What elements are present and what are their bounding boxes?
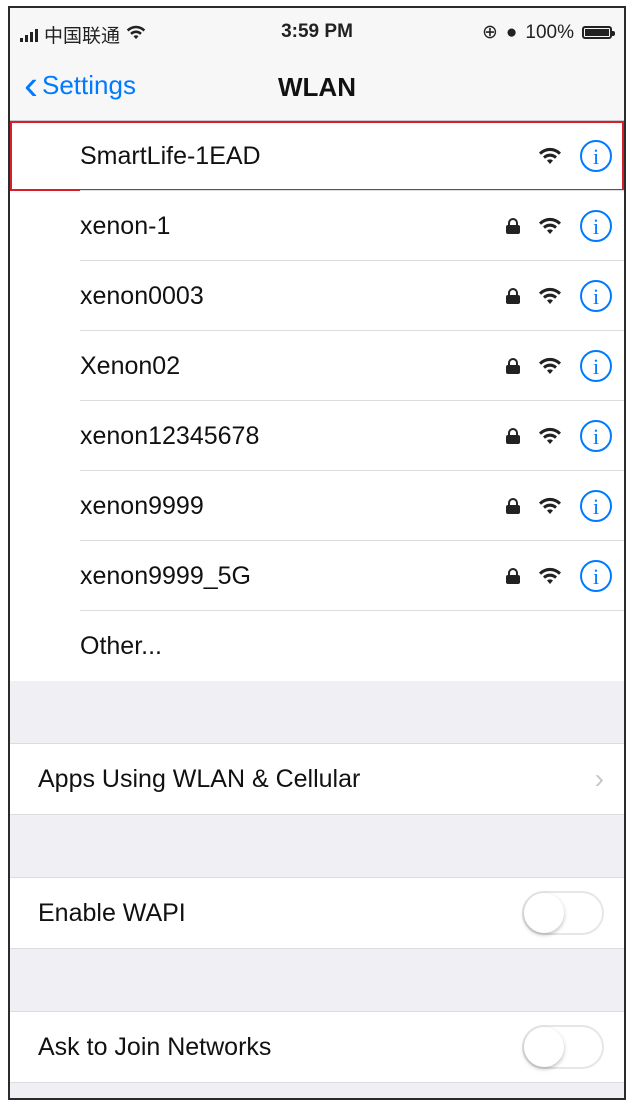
wifi-icon <box>538 217 562 235</box>
section-gap <box>10 949 624 1011</box>
network-row[interactable]: xenon12345678 i <box>10 401 624 471</box>
apps-using-wlan-label: Apps Using WLAN & Cellular <box>38 764 361 793</box>
apps-using-wlan-row[interactable]: Apps Using WLAN & Cellular › <box>10 743 624 815</box>
page-title: WLAN <box>278 72 356 102</box>
wifi-icon <box>538 357 562 375</box>
network-name: SmartLife-1EAD <box>80 141 261 170</box>
network-status-icons: i <box>506 490 612 522</box>
network-status-icons: i <box>506 350 612 382</box>
other-network-label: Other... <box>80 631 162 660</box>
lock-icon <box>506 428 520 444</box>
section-gap <box>10 815 624 877</box>
network-status-icons: i <box>506 210 612 242</box>
network-name: xenon-1 <box>80 211 171 240</box>
network-status-icons: i <box>506 280 612 312</box>
battery-percent: 100% <box>525 21 574 43</box>
battery-icon <box>582 26 615 39</box>
info-icon[interactable]: i <box>580 560 612 592</box>
wifi-icon <box>538 497 562 515</box>
network-row[interactable]: Xenon02 i <box>10 331 624 401</box>
network-name: xenon9999 <box>80 491 204 520</box>
wifi-icon <box>538 287 562 305</box>
wifi-icon <box>538 567 562 585</box>
network-row[interactable]: xenon-1 i <box>10 191 624 261</box>
network-name: xenon9999_5G <box>80 561 251 590</box>
network-status-icons: i <box>538 140 612 172</box>
network-status-icons: i <box>506 420 612 452</box>
lock-icon <box>506 358 520 374</box>
info-icon[interactable]: i <box>580 140 612 172</box>
lock-icon <box>506 218 520 234</box>
status-bar: 中国联通 3:59 PM ⊕ ● 100% <box>10 8 624 54</box>
network-row[interactable]: xenon9999 i <box>10 471 624 541</box>
network-row[interactable]: xenon9999_5G i <box>10 541 624 611</box>
network-name: xenon0003 <box>80 281 204 310</box>
network-row-other[interactable]: Other... <box>10 611 624 681</box>
alarm-icon: ● <box>505 21 518 43</box>
section-gap <box>10 681 624 743</box>
chevron-right-icon: › <box>594 763 604 794</box>
wifi-icon <box>538 147 562 165</box>
enable-wapi-row: Enable WAPI <box>10 877 624 949</box>
network-row[interactable]: SmartLife-1EAD i <box>10 121 624 191</box>
info-icon[interactable]: i <box>580 350 612 382</box>
info-icon[interactable]: i <box>580 280 612 312</box>
info-icon[interactable]: i <box>580 490 612 522</box>
navigation-bar: ‹ Settings WLAN <box>10 54 624 121</box>
enable-wapi-toggle[interactable] <box>522 891 604 935</box>
location-icon: ⊕ <box>481 22 498 43</box>
phone-screen: 中国联通 3:59 PM ⊕ ● 100% ‹ Settings WLAN Sm… <box>8 6 626 1100</box>
network-name: xenon12345678 <box>80 421 260 450</box>
enable-wapi-label: Enable WAPI <box>38 898 186 927</box>
network-name: Xenon02 <box>80 351 181 380</box>
ask-to-join-toggle[interactable] <box>522 1025 604 1069</box>
lock-icon <box>506 288 520 304</box>
lock-icon <box>506 568 520 584</box>
ask-to-join-row: Ask to Join Networks <box>10 1011 624 1083</box>
ask-to-join-label: Ask to Join Networks <box>38 1032 272 1061</box>
network-list: SmartLife-1EAD i xenon-1 i xenon0003 i Xenon02… <box>10 121 624 1083</box>
lock-icon <box>506 498 520 514</box>
network-row[interactable]: xenon0003 i <box>10 261 624 331</box>
info-icon[interactable]: i <box>580 420 612 452</box>
network-status-icons: i <box>506 560 612 592</box>
wifi-icon <box>538 427 562 445</box>
info-icon[interactable]: i <box>580 210 612 242</box>
